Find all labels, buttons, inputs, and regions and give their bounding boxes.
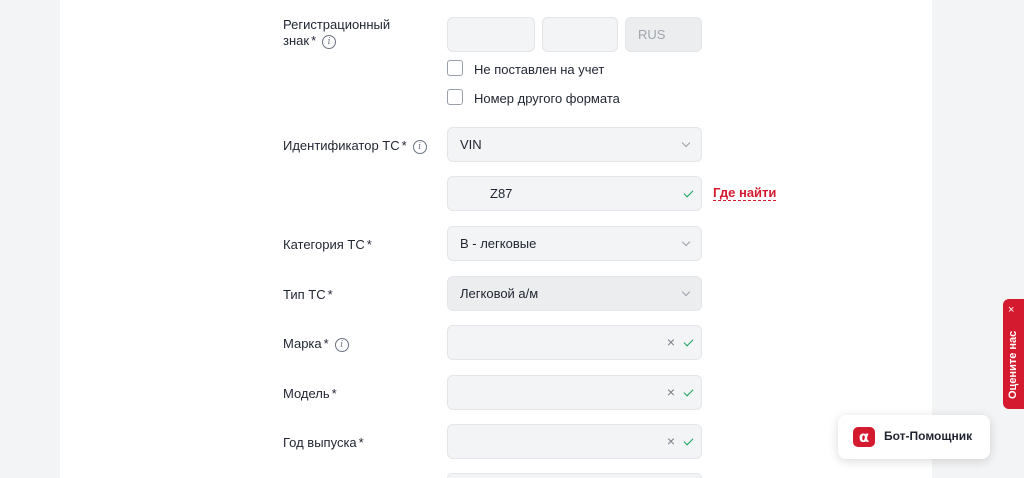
year-input[interactable]: × <box>447 424 702 459</box>
reg-country-field: RUS <box>625 17 702 52</box>
clear-icon[interactable]: × <box>667 333 675 351</box>
chevron-down-icon <box>681 237 691 247</box>
check-icon <box>683 187 694 198</box>
year-label: Год выпуска * <box>283 435 364 450</box>
category-label: Категория ТС * <box>283 237 372 252</box>
not-registered-label: Не поставлен на учет <box>474 62 605 77</box>
chevron-down-icon <box>681 287 691 297</box>
clear-icon[interactable]: × <box>667 432 675 450</box>
info-icon[interactable]: i <box>334 337 349 352</box>
bot-helper-button[interactable]: α Бот-Помощник <box>838 415 990 459</box>
vehicle-id-label: Идентификатор ТС * i <box>283 138 427 154</box>
other-format-checkbox[interactable] <box>447 89 463 105</box>
close-icon[interactable]: × <box>1008 305 1014 316</box>
check-icon <box>683 435 694 446</box>
type-select: Легковой а/м <box>447 276 702 311</box>
type-label: Тип ТС * <box>283 287 333 302</box>
bot-helper-label: Бот-Помощник <box>884 429 973 443</box>
reg-region-input[interactable] <box>542 17 618 52</box>
category-select[interactable]: B - легковые <box>447 226 702 261</box>
info-icon[interactable]: i <box>412 139 427 154</box>
rate-us-tab[interactable]: × Оцените нас <box>1003 299 1024 409</box>
info-icon[interactable]: i <box>322 34 337 49</box>
clear-icon[interactable]: × <box>667 383 675 401</box>
model-label: Модель * <box>283 386 337 401</box>
alfa-logo-icon: α <box>853 427 875 447</box>
not-registered-checkbox[interactable] <box>447 60 463 76</box>
check-icon <box>683 386 694 397</box>
next-field-input[interactable] <box>447 473 702 478</box>
rate-us-label: Оцените нас <box>1007 330 1019 399</box>
where-to-find-link[interactable]: Где найти <box>713 185 777 201</box>
reg-number-input[interactable] <box>447 17 535 52</box>
reg-number-label: Регистрационный знак * i <box>283 17 391 49</box>
chevron-down-icon <box>681 138 691 148</box>
brand-input[interactable]: × <box>447 325 702 360</box>
other-format-label: Номер другого формата <box>474 91 620 106</box>
vin-input[interactable]: Z87 <box>447 176 702 211</box>
brand-label: Марка * i <box>283 336 349 352</box>
vehicle-id-select[interactable]: VIN <box>447 127 702 162</box>
model-input[interactable]: × <box>447 375 702 410</box>
check-icon <box>683 336 694 347</box>
